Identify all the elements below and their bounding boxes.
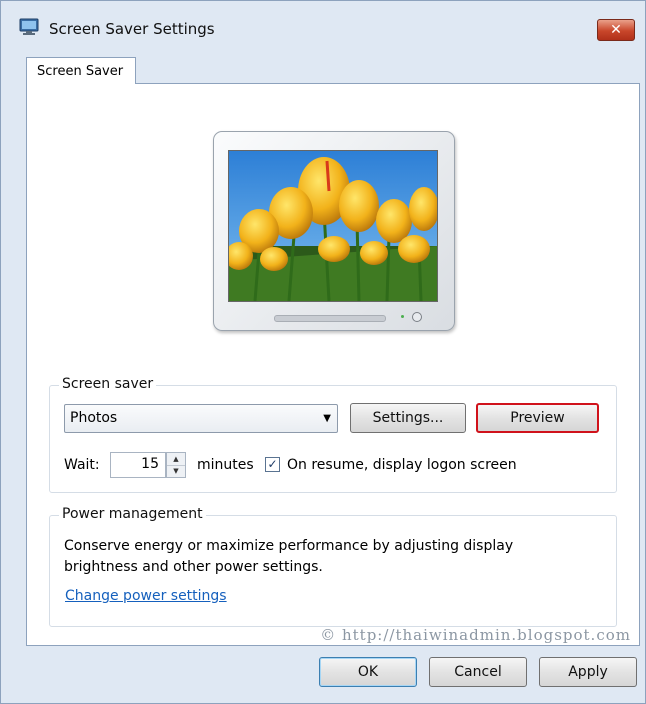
- minutes-label: minutes: [197, 457, 254, 473]
- preview-button[interactable]: Preview: [476, 403, 599, 433]
- wait-spinner[interactable]: ▲ ▼: [166, 452, 186, 478]
- wait-minutes-input[interactable]: 15: [110, 452, 166, 478]
- tab-label: Screen Saver: [37, 64, 124, 79]
- spin-down-icon[interactable]: ▼: [167, 465, 185, 477]
- title-bar[interactable]: Screen Saver Settings ✕: [1, 1, 645, 51]
- screen-saver-dropdown[interactable]: Photos ▼: [64, 404, 338, 433]
- resume-logon-checkbox[interactable]: ✓: [265, 457, 280, 472]
- wait-label: Wait:: [64, 457, 100, 473]
- power-management-description: Conserve energy or maximize performance …: [64, 538, 514, 575]
- screen-saver-group-label: Screen saver: [59, 376, 157, 392]
- screen-saver-selected: Photos: [70, 410, 118, 426]
- close-button[interactable]: ✕: [597, 19, 635, 41]
- monitor-drive-slot: [274, 315, 386, 322]
- checkmark-icon: ✓: [267, 457, 278, 471]
- apply-button[interactable]: Apply: [539, 657, 637, 687]
- ok-button[interactable]: OK: [319, 657, 417, 687]
- tulips-photo-image: [229, 151, 437, 301]
- screen-saver-settings-window: Screen Saver Settings ✕ Screen Saver Scr…: [0, 0, 646, 704]
- monitor-power-button: [412, 312, 422, 322]
- cancel-button[interactable]: Cancel: [429, 657, 527, 687]
- power-management-group-label: Power management: [59, 506, 206, 522]
- preview-screen: [228, 150, 438, 302]
- close-icon: ✕: [610, 22, 622, 38]
- resume-logon-label[interactable]: On resume, display logon screen: [287, 457, 517, 473]
- settings-button[interactable]: Settings...: [350, 403, 466, 433]
- change-power-settings-link[interactable]: Change power settings: [65, 588, 227, 604]
- dropdown-arrow-icon: ▼: [323, 413, 331, 424]
- wait-value: 15: [141, 456, 159, 472]
- watermark: © http://thaiwinadmin.blogspot.com: [320, 626, 631, 644]
- window-title: Screen Saver Settings: [49, 20, 215, 38]
- monitor-led: [401, 315, 404, 318]
- tab-screen-saver[interactable]: Screen Saver: [26, 57, 136, 84]
- monitor-settings-icon: [19, 18, 39, 35]
- preview-monitor: [213, 131, 455, 331]
